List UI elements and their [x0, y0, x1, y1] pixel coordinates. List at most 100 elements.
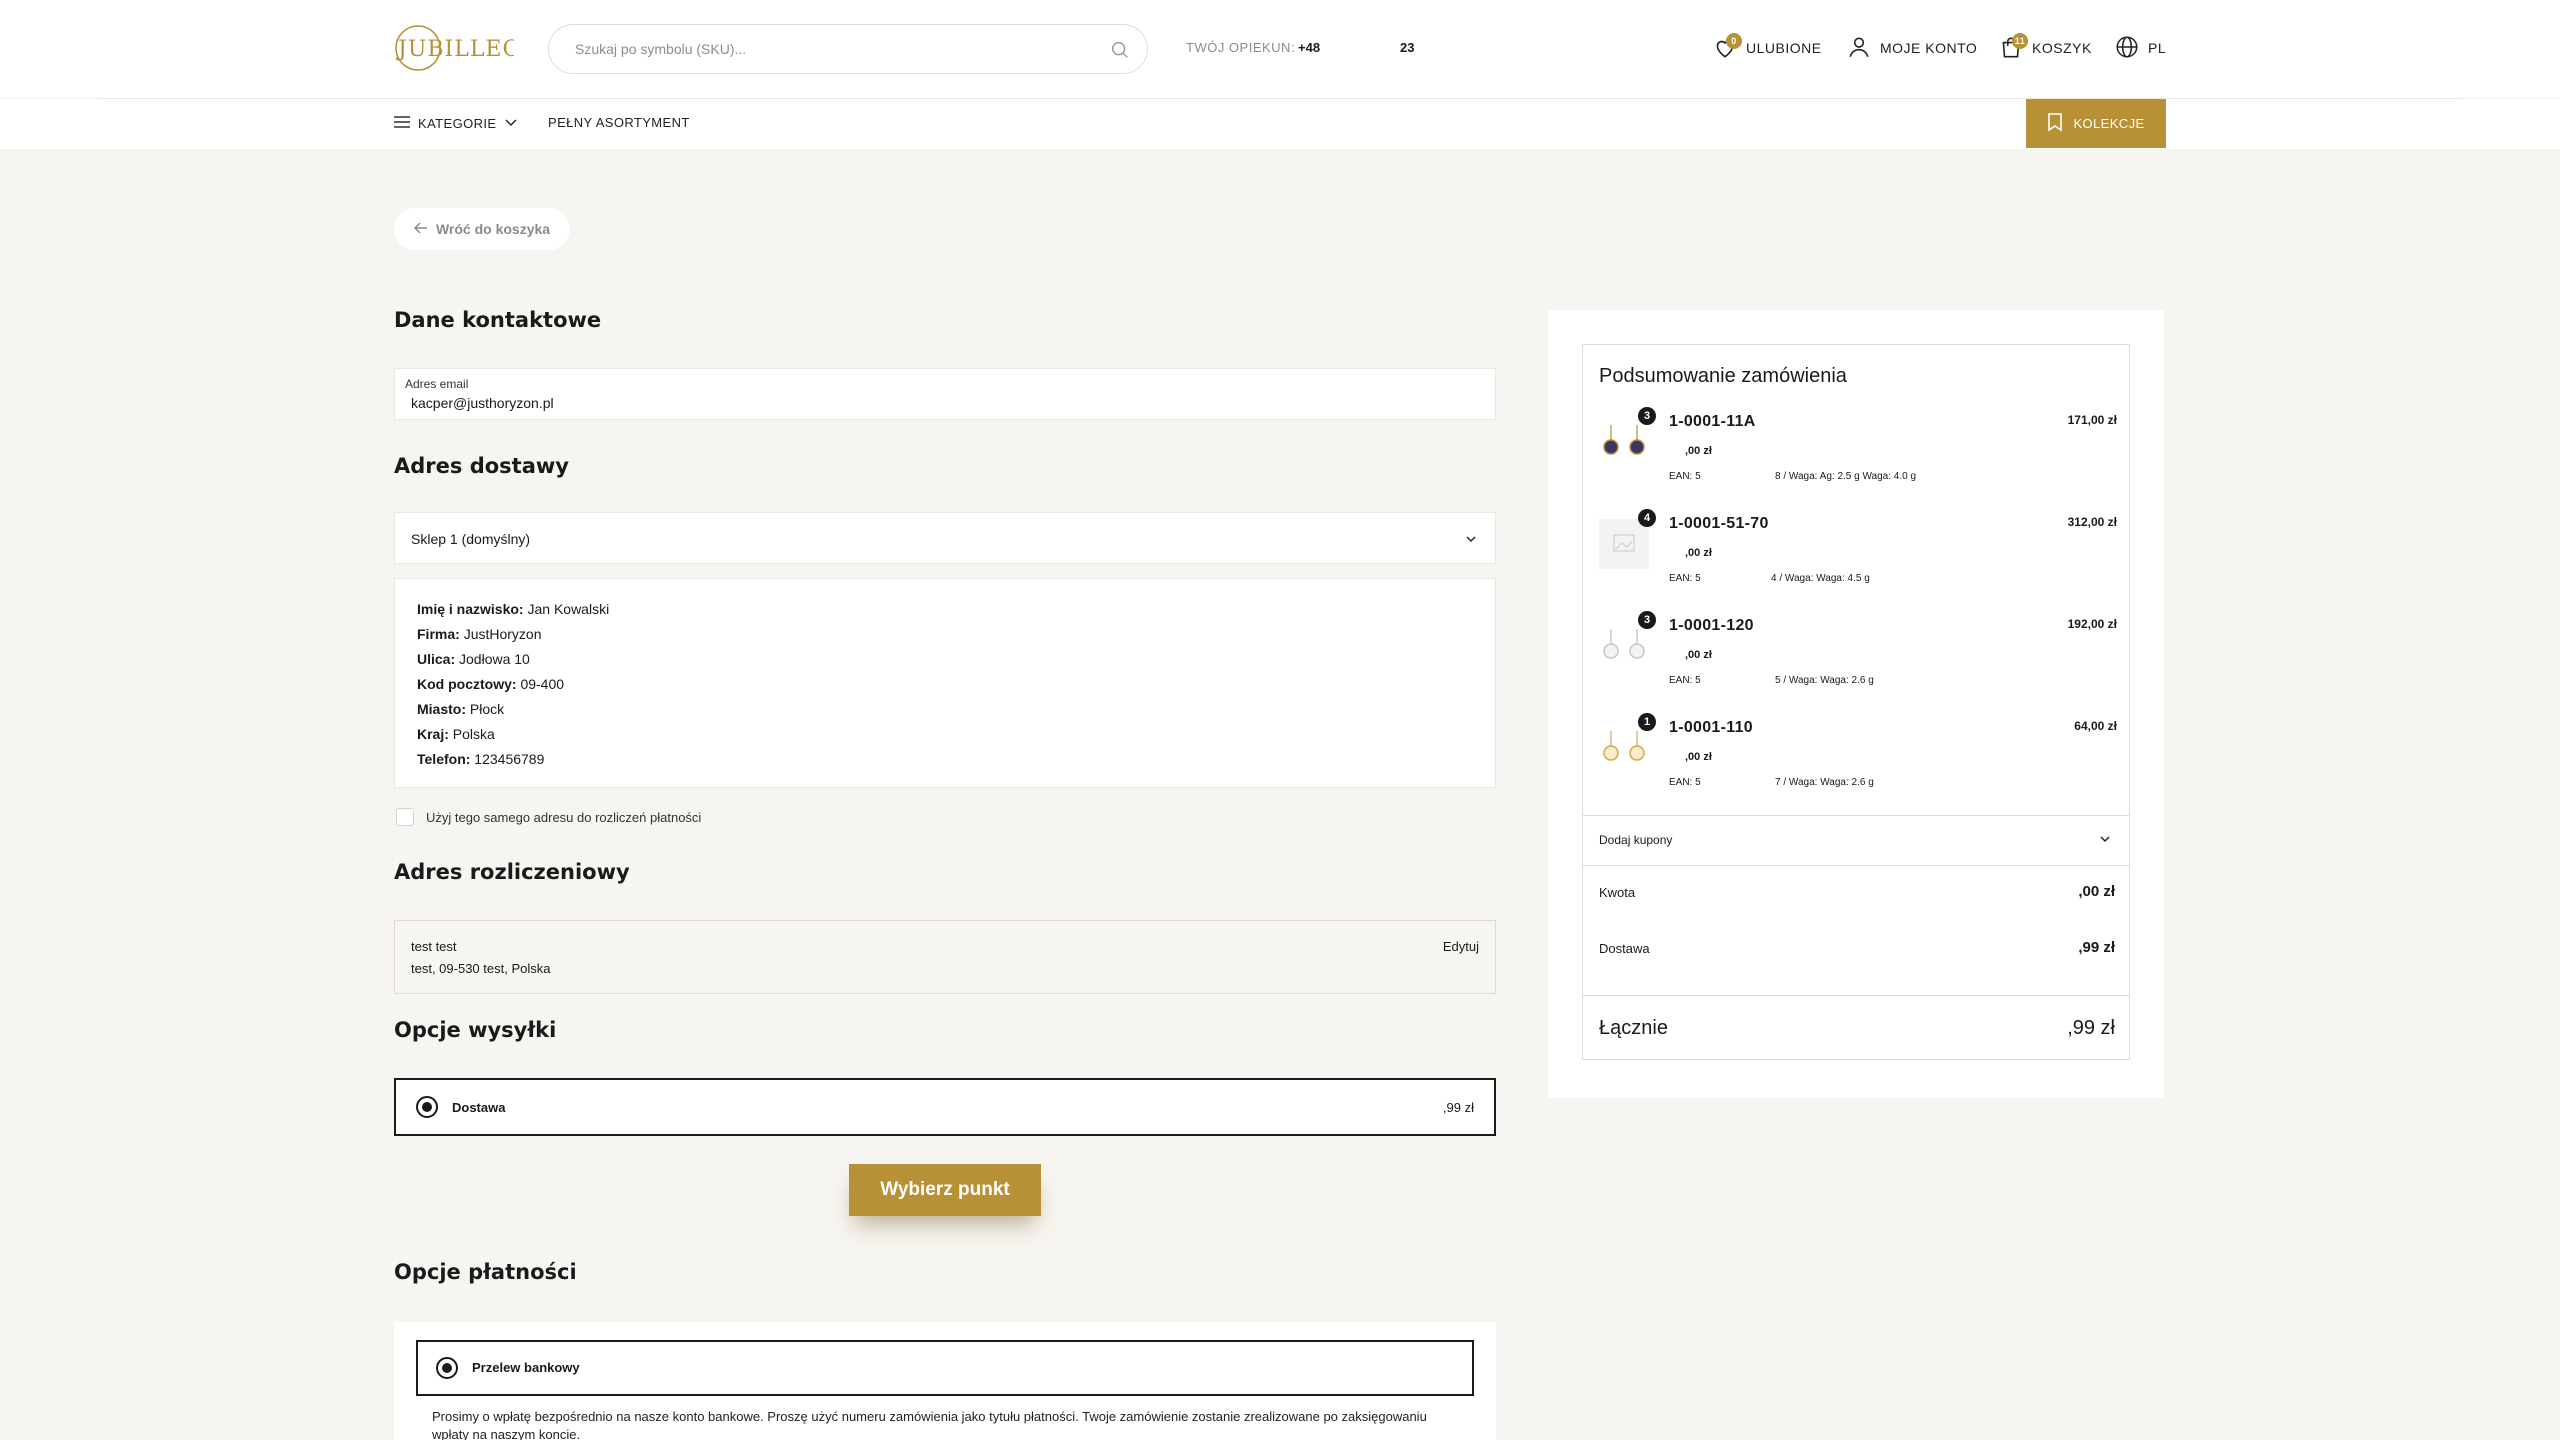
- collections-label: KOLEKCJE: [2073, 116, 2145, 131]
- chevron-down-icon[interactable]: [2097, 831, 2113, 847]
- categories-label: KATEGORIE: [418, 116, 497, 131]
- shipping-address-details: Imię i nazwisko: Jan Kowalski Firma: Jus…: [394, 578, 1496, 788]
- product-price: 64,00 zł: [2074, 719, 2117, 733]
- carer-phone-prefix: +48: [1298, 40, 1321, 55]
- payment-option-name: Przelew bankowy: [472, 1360, 580, 1375]
- billing-address-card: test test test, 09-530 test, Polska Edyt…: [394, 920, 1496, 994]
- search-icon[interactable]: [1109, 39, 1131, 61]
- product-unit-price: ,00 zł: [1685, 649, 1712, 661]
- total-label: Łącznie: [1599, 1017, 1668, 1039]
- product-sku: 1-0001-110: [1669, 719, 1753, 736]
- product-sku: 1-0001-120: [1669, 617, 1754, 634]
- address-line: Kraj: Polska: [417, 726, 495, 742]
- product-sku: 1-0001-51-70: [1669, 515, 1769, 532]
- payment-options-title: Opcje płatności: [394, 1260, 577, 1284]
- payment-options-card: Przelew bankowy Prosimy o wpłatę bezpośr…: [394, 1322, 1496, 1440]
- email-label: Adres email: [405, 377, 469, 391]
- payment-description: Prosimy o wpłatę bezpośrednio na nasze k…: [432, 1409, 1427, 1440]
- arrow-left-icon: [413, 221, 428, 237]
- address-line: Ulica: Jodłowa 10: [417, 651, 530, 667]
- billing-address-title: Adres rozliczeniowy: [394, 860, 630, 884]
- user-icon: [1846, 34, 1872, 63]
- svg-text:JUBILLEO: JUBILLEO: [396, 37, 514, 62]
- product-weight: 8 / Waga: Ag: 2.5 g Waga: 4.0 g: [1775, 471, 1917, 482]
- product-price: 312,00 zł: [2067, 515, 2117, 529]
- contact-section-title: Dane kontaktowe: [394, 308, 602, 332]
- same-address-checkbox[interactable]: [396, 808, 414, 826]
- account-link[interactable]: MOJE KONTO: [1846, 34, 1977, 62]
- main-nav: KATEGORIE PEŁNY ASORTYMENT KOLEKCJE: [0, 99, 2560, 149]
- delivery-label: Dostawa: [1599, 941, 1650, 956]
- amount-value: ,00 zł: [2078, 883, 2115, 900]
- address-line: Imię i nazwisko: Jan Kowalski: [417, 601, 610, 617]
- shipping-options-title: Opcje wysyłki: [394, 1018, 557, 1042]
- email-value: kacper@justhoryzon.pl: [411, 395, 554, 411]
- back-label: Wróć do koszyka: [435, 221, 551, 237]
- cart-badge: 11: [2012, 33, 2028, 49]
- cart-icon: 11: [1998, 33, 2028, 61]
- product-weight: 5 / Waga: Waga: 2.6 g: [1775, 675, 1874, 686]
- address-line: Firma: JustHoryzon: [417, 626, 542, 642]
- billing-address: test, 09-530 test, Polska: [411, 961, 551, 976]
- back-to-cart-button[interactable]: Wróć do koszyka: [394, 208, 570, 250]
- collections-button[interactable]: KOLEKCJE: [2026, 99, 2166, 148]
- search-input[interactable]: Szukaj po symbolu (SKU)...: [548, 24, 1148, 74]
- delivery-value: ,99 zł: [2078, 939, 2115, 956]
- amount-label: Kwota: [1599, 885, 1636, 900]
- email-field[interactable]: Adres email kacper@justhoryzon.pl: [394, 368, 1496, 420]
- quantity-badge: 3: [1638, 611, 1656, 629]
- carer-label: TWÓJ OPIEKUN:: [1186, 40, 1296, 55]
- favorites-label: ULUBIONE: [1746, 40, 1822, 56]
- product-ean: EAN: 5: [1669, 777, 1701, 788]
- payment-radio[interactable]: [436, 1357, 458, 1379]
- product-weight: 7 / Waga: Waga: 2.6 g: [1775, 777, 1874, 788]
- product-unit-price: ,00 zł: [1685, 547, 1712, 559]
- summary-divider: [1583, 815, 2129, 816]
- payment-option-bank-transfer[interactable]: Przelew bankowy: [416, 1340, 1474, 1396]
- store-select-value: Sklep 1 (domyślny): [411, 531, 531, 547]
- quantity-badge: 3: [1638, 407, 1656, 425]
- globe-icon: [2114, 34, 2140, 63]
- hamburger-icon: [394, 115, 410, 132]
- shipping-option-delivery[interactable]: Dostawa ,99 zł: [394, 1078, 1496, 1136]
- chevron-down-icon: [1463, 531, 1479, 547]
- address-line: Miasto: Płock: [417, 701, 505, 717]
- same-address-label: Użyj tego samego adresu do rozliczeń pła…: [426, 809, 702, 825]
- summary-divider: [1583, 995, 2129, 996]
- billing-name: test test: [411, 939, 457, 954]
- brand-logo[interactable]: JUBILLEO: [394, 20, 521, 76]
- summary-product: 1 1-0001-110 64,00 zł ,00 zł EAN: 5 7 / …: [1583, 713, 2131, 813]
- summary-product: 3 1-0001-120 192,00 zł ,00 zł EAN: 5 5 /…: [1583, 611, 2131, 711]
- cart-link[interactable]: 11 KOSZYK: [1998, 33, 2092, 62]
- pick-point-button[interactable]: Wybierz punkt: [849, 1164, 1041, 1216]
- search-placeholder: Szukaj po symbolu (SKU)...: [575, 41, 747, 57]
- language-switcher[interactable]: PL: [2114, 34, 2166, 62]
- order-summary-panel: Podsumowanie zamówienia 3 1-0001-11A 171…: [1548, 310, 2164, 1098]
- summary-divider: [1583, 865, 2129, 866]
- product-price: 171,00 zł: [2067, 413, 2117, 427]
- assortment-label: PEŁNY ASORTYMENT: [548, 115, 690, 130]
- language-label: PL: [2148, 40, 2167, 56]
- account-label: MOJE KONTO: [1880, 40, 1978, 56]
- favorites-link[interactable]: 0 ULUBIONE: [1712, 33, 1822, 62]
- same-address-checkbox-row[interactable]: Użyj tego samego adresu do rozliczeń pła…: [396, 808, 701, 826]
- product-sku: 1-0001-11A: [1669, 413, 1756, 430]
- chevron-down-icon: [504, 116, 518, 131]
- top-header: JUBILLEO Szukaj po symbolu (SKU)... TWÓJ…: [0, 0, 2560, 98]
- address-line: Kod pocztowy: 09-400: [417, 676, 565, 692]
- product-weight: 4 / Waga: Waga: 4.5 g: [1771, 573, 1870, 584]
- shipping-radio[interactable]: [416, 1096, 438, 1118]
- add-coupon-toggle[interactable]: Dodaj kupony: [1599, 833, 1672, 847]
- categories-menu[interactable]: KATEGORIE: [394, 115, 518, 132]
- quantity-badge: 1: [1638, 713, 1656, 731]
- full-assortment-link[interactable]: PEŁNY ASORTYMENT: [548, 115, 690, 130]
- bookmark-icon: [2047, 112, 2063, 135]
- product-unit-price: ,00 zł: [1685, 445, 1712, 457]
- shipping-option-price: ,99 zł: [1442, 1100, 1474, 1115]
- shipping-option-name: Dostawa: [452, 1100, 506, 1115]
- cart-label: KOSZYK: [2032, 40, 2092, 56]
- product-ean: EAN: 5: [1669, 675, 1701, 686]
- billing-edit-link[interactable]: Edytuj: [1443, 939, 1479, 954]
- store-select[interactable]: Sklep 1 (domyślny): [394, 512, 1496, 564]
- heart-icon: 0: [1712, 33, 1742, 61]
